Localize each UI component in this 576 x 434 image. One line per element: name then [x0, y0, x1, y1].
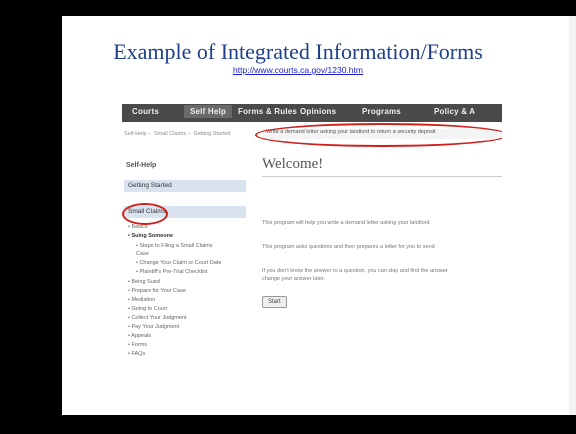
nav-programs[interactable]: Programs	[362, 107, 401, 116]
highlight-oval-banner	[255, 123, 502, 147]
sidebar-link[interactable]: • Being Sued	[128, 279, 160, 285]
sidebar-link[interactable]: • Going to Court	[128, 306, 167, 312]
help-paragraph-cont: change your answer later.	[262, 276, 325, 282]
sidebar-sublink[interactable]: Case	[136, 251, 149, 257]
breadcrumb-small-claims[interactable]: Small Claims	[154, 131, 186, 137]
slide: Example of Integrated Information/Forms …	[62, 16, 569, 415]
sidebar-link[interactable]: • FAQs	[128, 351, 145, 357]
nav-courts[interactable]: Courts	[132, 107, 159, 116]
sidebar-item-getting-started[interactable]: Getting Started	[124, 180, 246, 192]
description-paragraph: This program asks questions and then pre…	[262, 244, 435, 250]
nav-policy[interactable]: Policy & A	[434, 107, 475, 116]
highlight-oval-small-claims	[122, 203, 168, 225]
sidebar-link[interactable]: • Mediation	[128, 297, 155, 303]
sidebar-link[interactable]: • Basics	[128, 224, 148, 230]
slide-title: Example of Integrated Information/Forms	[113, 39, 483, 64]
sidebar-link[interactable]: • Forms	[128, 342, 147, 348]
page-title: Welcome!	[262, 156, 324, 172]
intro-paragraph: This program will help you write a deman…	[262, 220, 430, 226]
sidebar-sublink[interactable]: • Change Your Claim or Court Date	[136, 260, 221, 266]
nav-opinions[interactable]: Opinions	[300, 107, 336, 116]
sidebar-link[interactable]: • Prepare for Your Case	[128, 288, 186, 294]
slide-edge	[569, 16, 576, 415]
sidebar: Self-Help Getting Started Small Claims •…	[122, 148, 246, 384]
help-paragraph: If you don't know the answer to a questi…	[262, 268, 448, 274]
sidebar-sublink[interactable]: • Plaintiff's Pre-Trial Checklist	[136, 269, 207, 275]
sidebar-link[interactable]: • Appeals	[128, 333, 151, 339]
divider	[262, 176, 502, 177]
top-nav-bar: Courts Self Help Forms & Rules Opinions …	[122, 104, 502, 122]
start-button[interactable]: Start	[262, 296, 287, 308]
sidebar-link[interactable]: • Suing Someone	[128, 233, 173, 239]
sidebar-sublink[interactable]: • Steps to Filing a Small Claims	[136, 243, 213, 249]
slide-link[interactable]: http://www.courts.ca.gov/1230.htm	[62, 65, 534, 75]
sidebar-link[interactable]: • Pay Your Judgment	[128, 324, 179, 330]
sidebar-link[interactable]: • Collect Your Judgment	[128, 315, 187, 321]
breadcrumb-getting-started[interactable]: Getting Started	[193, 131, 230, 137]
breadcrumb-self-help[interactable]: Self-Help	[124, 131, 147, 137]
nav-forms-rules[interactable]: Forms & Rules	[238, 107, 297, 116]
nav-self-help[interactable]: Self Help	[184, 105, 233, 118]
breadcrumb: Self-Help › Small Claims › Getting Started	[124, 131, 231, 137]
embedded-screenshot: Courts Self Help Forms & Rules Opinions …	[122, 104, 502, 384]
sidebar-title: Self-Help	[126, 162, 157, 169]
